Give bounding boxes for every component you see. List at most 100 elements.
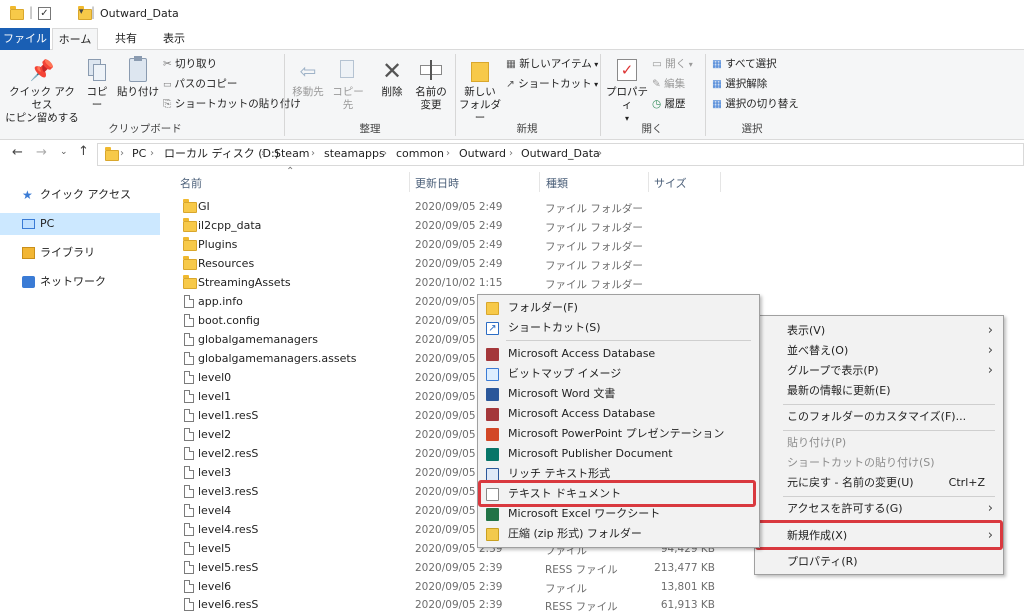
breadcrumb-chevron-icon[interactable]: › [383, 146, 387, 162]
nav-network[interactable]: ネットワーク [0, 271, 160, 293]
menu-item-give-access[interactable]: アクセスを許可する(G) › [755, 499, 1003, 519]
copy-path-label: パスのコピー [174, 78, 238, 90]
list-item[interactable]: level5.resS 2020/09/05 2:39 RESS ファイル 213,4… [165, 559, 725, 578]
submenu-item-access-db[interactable]: Microsoft Access Database [478, 344, 759, 364]
breadcrumb-common[interactable]: common [396, 146, 444, 162]
new-item-button[interactable]: ▦ 新しいアイテム ▾ [506, 55, 598, 73]
column-divider[interactable] [539, 172, 540, 192]
column-divider[interactable] [409, 172, 410, 192]
new-folder-icon [458, 56, 502, 86]
rename-button[interactable]: 名前の 変更 [412, 56, 450, 112]
tab-home[interactable]: ホーム [52, 28, 98, 51]
submenu-item-excel[interactable]: Microsoft Excel ワークシート [478, 504, 759, 524]
nav-libraries[interactable]: ライブラリ [0, 242, 160, 264]
paste-shortcut-button[interactable]: ⎘ ショートカットの貼り付け [163, 95, 301, 113]
list-item[interactable]: Plugins 2020/09/05 2:49 ファイル フォルダー [165, 236, 725, 255]
list-item[interactable]: level6 2020/09/05 2:39 ファイル 13,801 KB [165, 578, 725, 597]
network-icon [22, 276, 35, 288]
menu-item-group-by[interactable]: グループで表示(P) › [755, 361, 1003, 381]
breadcrumb-chevron-icon[interactable]: › [311, 146, 315, 162]
submenu-item-powerpoint[interactable]: Microsoft PowerPoint プレゼンテーション [478, 424, 759, 444]
rename-icon [412, 56, 450, 86]
qat-dropdown-icon[interactable]: ▾ [79, 7, 84, 17]
menu-item-customize[interactable]: このフォルダーのカスタマイズ(F)... [755, 407, 1003, 427]
menu-item-refresh[interactable]: 最新の情報に更新(E) [755, 381, 1003, 401]
column-header-type[interactable]: 種類 [546, 175, 568, 191]
folder-icon [486, 302, 499, 315]
pin-to-quick-access-button[interactable]: 📌 クイック アクセス にピン留めする [4, 56, 80, 125]
menu-item-sort[interactable]: 並べ替え(O) › [755, 341, 1003, 361]
submenu-item-shortcut[interactable]: ↗ ショートカット(S) [478, 318, 759, 338]
file-name: level6.resS [198, 598, 259, 611]
menu-item-paste-shortcut[interactable]: ショートカットの貼り付け(S) [755, 453, 1003, 473]
breadcrumb-chevron-icon[interactable]: › [598, 146, 602, 162]
up-arrow-icon[interactable]: ↑ [78, 144, 89, 159]
submenu-item-publisher[interactable]: Microsoft Publisher Document [478, 444, 759, 464]
breadcrumb-chevron-icon[interactable]: › [446, 146, 450, 162]
nav-pc[interactable]: PC [0, 213, 160, 235]
column-divider[interactable] [648, 172, 649, 192]
copy-to-button[interactable]: コピー先 [328, 56, 368, 112]
file-size: 61,913 KB [660, 599, 715, 611]
file-name: level0 [198, 371, 232, 384]
easy-access-button[interactable]: ↗ ショートカット ▾ [506, 75, 598, 93]
menu-item-paste[interactable]: 貼り付け(P) [755, 433, 1003, 453]
breadcrumb-pc[interactable]: PC [132, 146, 146, 162]
tab-file[interactable]: ファイル [0, 28, 50, 50]
breadcrumb-outward-data[interactable]: Outward_Data [521, 146, 600, 162]
back-arrow-icon[interactable]: ← [12, 145, 23, 160]
submenu-item-bitmap[interactable]: ビットマップ イメージ [478, 364, 759, 384]
list-item[interactable]: Resources 2020/09/05 2:49 ファイル フォルダー [165, 255, 725, 274]
submenu-item-zip-folder[interactable]: 圧縮 (zip 形式) フォルダー [478, 524, 759, 544]
copy-button[interactable]: コピー [82, 56, 112, 112]
new-folder-button[interactable]: 新しい フォルダー [458, 56, 502, 125]
column-header-size[interactable]: サイズ [654, 175, 687, 191]
list-item[interactable]: level6.resS 2020/09/05 2:39 RESS ファイル 61,91… [165, 596, 725, 612]
column-divider[interactable] [720, 172, 721, 192]
submenu-item-access-db-2[interactable]: Microsoft Access Database [478, 404, 759, 424]
pin-label-1: クイック アクセス [9, 86, 75, 111]
select-none-button[interactable]: ▦ 選択解除 [712, 75, 767, 93]
properties-button[interactable]: ✓ プロパティ ▾ [604, 56, 650, 125]
column-header-date[interactable]: 更新日時 [415, 175, 459, 191]
nav-label: ネットワーク [40, 275, 106, 288]
breadcrumb-chevron-icon[interactable]: › [150, 146, 154, 162]
file-name: globalgamemanagers [198, 333, 318, 346]
breadcrumb-steamapps[interactable]: steamapps [324, 146, 385, 162]
forward-arrow-icon[interactable]: → [36, 145, 47, 160]
list-item[interactable]: StreamingAssets 2020/10/02 1:15 ファイル フォルダー [165, 274, 725, 293]
cut-button[interactable]: ✂ 切り取り [163, 55, 217, 73]
edit-button[interactable]: ✎ 編集 [652, 75, 685, 93]
breadcrumb-chevron-icon[interactable]: › [120, 146, 124, 162]
menu-item-undo-rename[interactable]: 元に戻す - 名前の変更(U) Ctrl+Z [755, 473, 1003, 493]
tab-share[interactable]: 共有 [104, 28, 148, 50]
breadcrumb-chevron-icon[interactable]: › [509, 146, 513, 162]
move-to-button[interactable]: ⇦ 移動先 [290, 56, 326, 99]
open-button[interactable]: ▭ 開く ▾ [652, 55, 693, 73]
delete-button[interactable]: ✕ 削除 [374, 56, 410, 99]
submenu-item-word[interactable]: Microsoft Word 文書 [478, 384, 759, 404]
copy-path-button[interactable]: ▭ パスのコピー [163, 75, 237, 93]
open-label: 開く [665, 58, 687, 70]
menu-item-properties[interactable]: プロパティ(R) [755, 552, 1003, 572]
list-item[interactable]: il2cpp_data 2020/09/05 2:49 ファイル フォルダー [165, 217, 725, 236]
list-item[interactable]: GI 2020/09/05 2:49 ファイル フォルダー [165, 198, 725, 217]
file-name: Plugins [198, 238, 238, 251]
column-header-name[interactable]: 名前 [180, 175, 202, 191]
menu-item-view[interactable]: 表示(V) › [755, 321, 1003, 341]
breadcrumb-steam[interactable]: Steam [274, 146, 310, 162]
history-button[interactable]: ◷ 履歴 [652, 95, 686, 113]
highlight-new-item [755, 520, 1003, 550]
properties-icon[interactable]: ✓ [38, 7, 51, 20]
paste-button[interactable]: 貼り付け [116, 56, 160, 99]
recent-locations-icon[interactable]: ⌄ [60, 147, 68, 157]
invert-selection-button[interactable]: ▦ 選択の切り替え [712, 95, 799, 113]
select-all-button[interactable]: ▦ すべて選択 [712, 55, 777, 73]
folder-icon [183, 199, 197, 213]
tab-view[interactable]: 表示 [152, 28, 196, 50]
menu-item-label: このフォルダーのカスタマイズ(F)... [787, 410, 967, 423]
submenu-item-folder[interactable]: フォルダー(F) [478, 298, 759, 318]
breadcrumb-outward[interactable]: Outward [459, 146, 506, 162]
breadcrumb-chevron-icon[interactable]: › [261, 146, 265, 162]
nav-quick-access[interactable]: ★ クイック アクセス [0, 184, 160, 206]
